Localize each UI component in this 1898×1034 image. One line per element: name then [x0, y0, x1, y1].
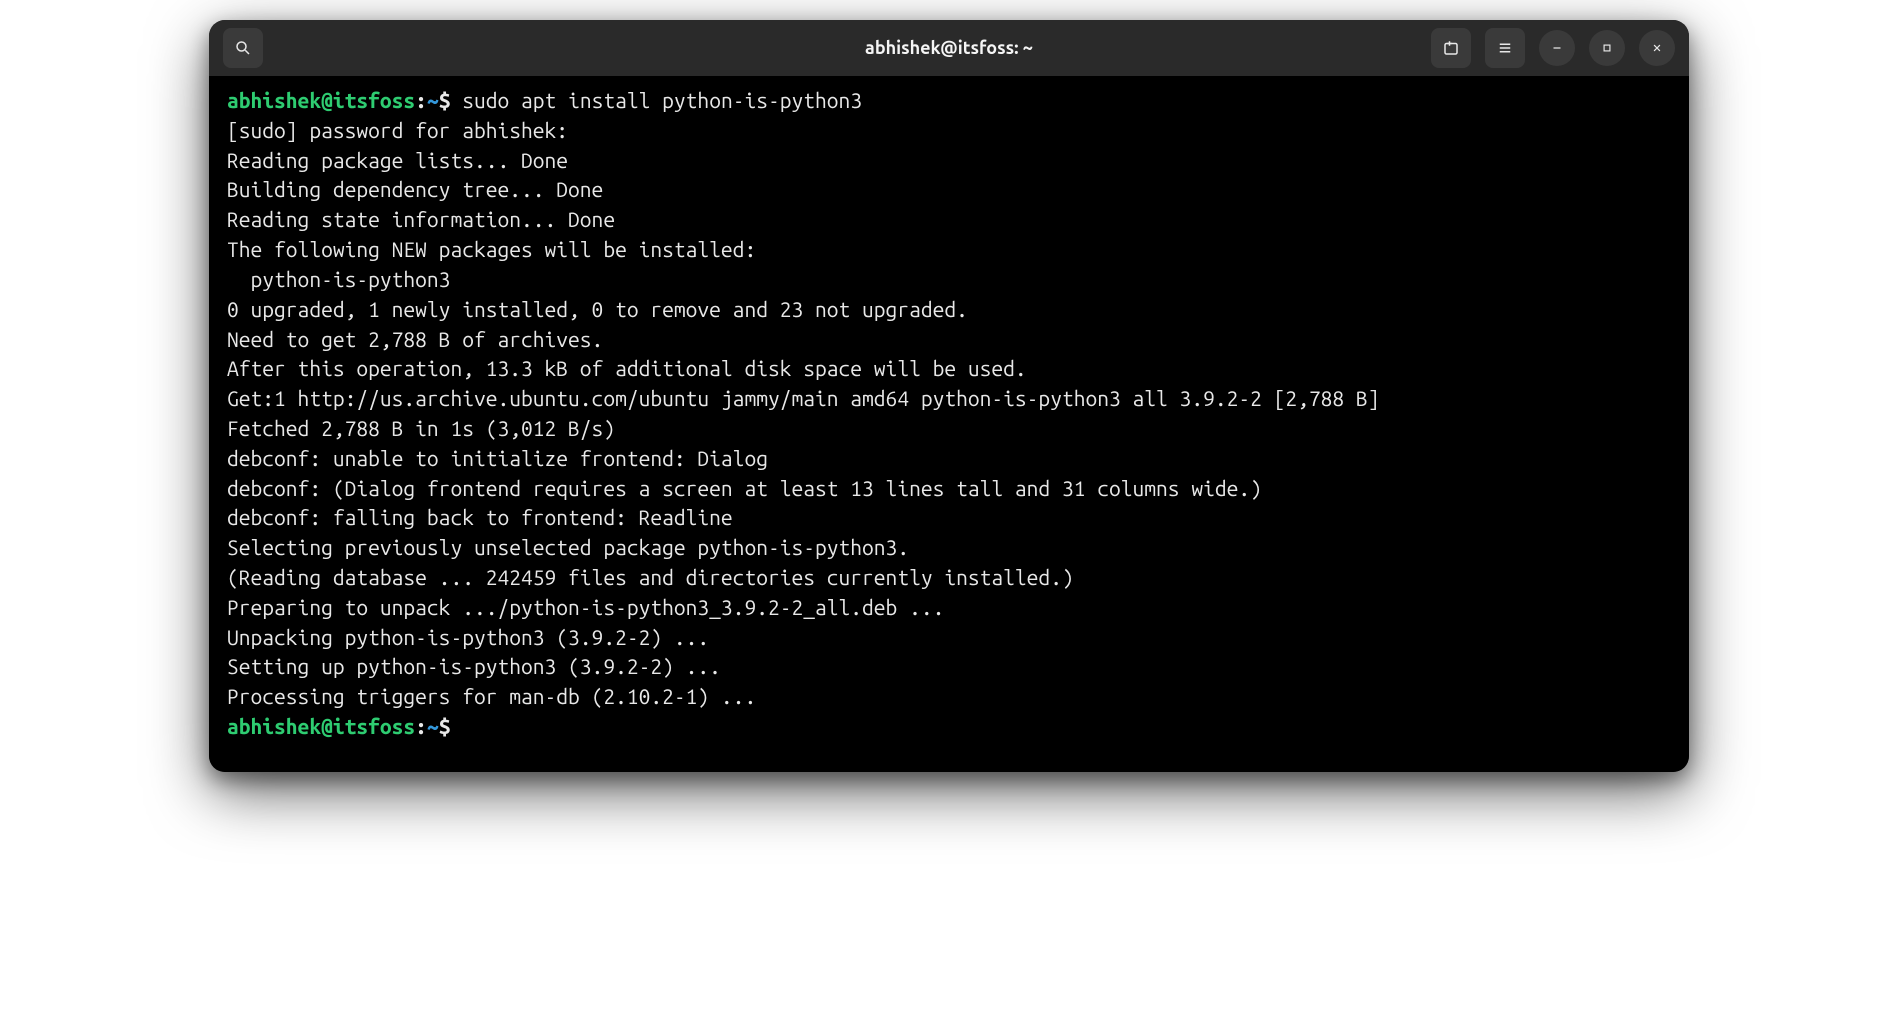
- terminal-window: abhishek@itsfoss: ~ abhishek@itsfoss:~$ …: [209, 20, 1689, 772]
- command-text: sudo apt install python-is-python3: [462, 88, 862, 112]
- output-line: debconf: unable to initialize frontend: …: [227, 444, 1671, 474]
- prompt-symbol: $: [439, 714, 451, 738]
- output-line: 0 upgraded, 1 newly installed, 0 to remo…: [227, 295, 1671, 325]
- menu-button[interactable]: [1485, 28, 1525, 68]
- maximize-icon: [1600, 41, 1614, 55]
- prompt-line-2: abhishek@itsfoss:~$: [227, 712, 1671, 742]
- output-line: Fetched 2,788 B in 1s (3,012 B/s): [227, 414, 1671, 444]
- close-button[interactable]: [1639, 30, 1675, 66]
- search-button[interactable]: [223, 28, 263, 68]
- output-line: Building dependency tree... Done: [227, 175, 1671, 205]
- window-title: abhishek@itsfoss: ~: [865, 38, 1033, 58]
- prompt-user-host: abhishek@itsfoss: [227, 88, 415, 112]
- terminal-body[interactable]: abhishek@itsfoss:~$ sudo apt install pyt…: [209, 76, 1689, 772]
- output-line: debconf: (Dialog frontend requires a scr…: [227, 474, 1671, 504]
- output-line: The following NEW packages will be insta…: [227, 235, 1671, 265]
- new-tab-button[interactable]: [1431, 28, 1471, 68]
- maximize-button[interactable]: [1589, 30, 1625, 66]
- titlebar: abhishek@itsfoss: ~: [209, 20, 1689, 76]
- output-line: Selecting previously unselected package …: [227, 533, 1671, 563]
- output-line: Need to get 2,788 B of archives.: [227, 325, 1671, 355]
- prompt-colon: :: [415, 714, 427, 738]
- output-line: Preparing to unpack .../python-is-python…: [227, 593, 1671, 623]
- output-line: Processing triggers for man-db (2.10.2-1…: [227, 682, 1671, 712]
- prompt-colon: :: [415, 88, 427, 112]
- output-line: Setting up python-is-python3 (3.9.2-2) .…: [227, 652, 1671, 682]
- output-line: [sudo] password for abhishek:: [227, 116, 1671, 146]
- prompt-line-1: abhishek@itsfoss:~$ sudo apt install pyt…: [227, 86, 1671, 116]
- minimize-button[interactable]: [1539, 30, 1575, 66]
- output-line: debconf: falling back to frontend: Readl…: [227, 503, 1671, 533]
- hamburger-icon: [1496, 39, 1514, 57]
- minimize-icon: [1550, 41, 1564, 55]
- output-line: python-is-python3: [227, 265, 1671, 295]
- prompt-symbol: $: [439, 88, 451, 112]
- output-line: Reading package lists... Done: [227, 146, 1671, 176]
- new-tab-icon: [1442, 39, 1460, 57]
- output-line: Reading state information... Done: [227, 205, 1671, 235]
- prompt-path: ~: [427, 714, 439, 738]
- prompt-path: ~: [427, 88, 439, 112]
- search-icon: [234, 39, 252, 57]
- output-line: Get:1 http://us.archive.ubuntu.com/ubunt…: [227, 384, 1671, 414]
- output-line: (Reading database ... 242459 files and d…: [227, 563, 1671, 593]
- close-icon: [1650, 41, 1664, 55]
- output-line: Unpacking python-is-python3 (3.9.2-2) ..…: [227, 623, 1671, 653]
- prompt-user-host: abhishek@itsfoss: [227, 714, 415, 738]
- output-line: After this operation, 13.3 kB of additio…: [227, 354, 1671, 384]
